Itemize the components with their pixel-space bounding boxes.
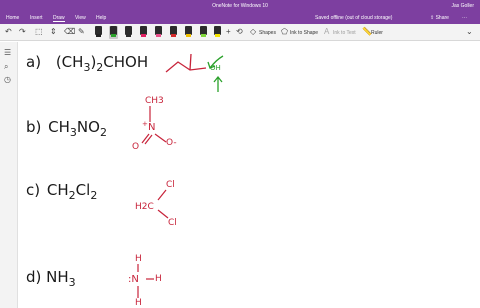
label-plus-charge: +	[142, 120, 148, 128]
pen-tip-icon	[171, 34, 176, 37]
ink-to-shape-icon[interactable]: ⬠	[281, 28, 288, 36]
pen-tip-icon	[141, 34, 146, 37]
undo-icon[interactable]: ↶	[5, 28, 12, 36]
label-ch3: CH3	[145, 96, 164, 106]
tab-view[interactable]: View	[75, 15, 86, 21]
pen-pink[interactable]	[155, 26, 162, 39]
search-icon[interactable]: ⌕	[4, 62, 8, 72]
add-space-icon[interactable]: ⇕	[50, 28, 57, 36]
ink-drawings	[137, 53, 224, 298]
tab-draw[interactable]: Draw	[53, 15, 65, 22]
chevron-down-icon[interactable]: ⌄	[466, 28, 473, 36]
label-h-top: H	[135, 254, 142, 264]
share-button[interactable]: ⇪ Share	[430, 15, 449, 21]
label-o-minus: O-	[166, 138, 177, 148]
bond-n-o-single	[154, 133, 167, 143]
label-n-nitro: N	[148, 122, 156, 133]
pen-tip-icon	[201, 34, 206, 37]
isopropyl-skeleton	[165, 61, 207, 73]
lasso-select-icon[interactable]: ⬚	[35, 28, 43, 36]
ink-to-text-button[interactable]: Ink to Text	[333, 30, 356, 36]
pen-green-selected[interactable]	[109, 26, 118, 39]
note-canvas[interactable]: a) (CH3)2CHOH b) CH3NO2 c) CH2Cl2 d) NH3	[18, 42, 480, 308]
label-oh: OH	[210, 64, 221, 72]
label-cl-bottom: Cl	[168, 218, 177, 228]
pen-crimson[interactable]	[140, 26, 147, 39]
double-bond-n-o-2	[144, 134, 153, 145]
double-bond-n-o-1	[141, 133, 150, 144]
label-h-bottom: H	[135, 298, 142, 308]
highlighter-yellow[interactable]	[214, 26, 221, 39]
tab-help[interactable]: Help	[96, 15, 106, 21]
redo-icon[interactable]: ↷	[19, 28, 26, 36]
app-title: OneNote for Windows 10	[212, 3, 268, 9]
navigation-rail: ☰ ⌕ ◷	[0, 42, 18, 308]
ink-replay-icon[interactable]: ⟲	[236, 28, 243, 36]
eraser-icon[interactable]: ⌫	[64, 28, 75, 36]
bond-c-cl-bottom	[157, 209, 169, 219]
menu-bar: Home Insert Draw View Help Saved offline…	[0, 12, 480, 24]
draw-toolbar: ↶ ↷ ⬚ ⇕ ⌫ ✎ + ⟲ ◇ Shapes ⬠ Ink to Shape …	[0, 24, 480, 41]
pen-tip-icon	[126, 34, 131, 37]
more-options-icon[interactable]: ···	[462, 15, 467, 21]
user-name[interactable]: Jas Goller	[451, 3, 474, 9]
ink-to-shape-button[interactable]: Ink to Shape	[290, 30, 318, 36]
pen-orange[interactable]	[185, 26, 192, 39]
add-pen-icon[interactable]: +	[226, 28, 231, 36]
label-h2c: H2C	[135, 202, 154, 212]
ruler-button[interactable]: Ruler	[371, 30, 383, 36]
save-status: Saved offline (out of cloud storage)	[315, 15, 393, 21]
pen-tip-icon	[215, 34, 220, 37]
tab-insert[interactable]: Insert	[30, 15, 43, 21]
bond-c-cl-top	[157, 189, 167, 201]
label-n-ammonia: :N	[128, 274, 139, 285]
title-bar: OneNote for Windows 10 Jas Goller	[0, 0, 480, 12]
pen-red[interactable]	[170, 26, 177, 39]
highlighter-green[interactable]	[200, 26, 207, 39]
pen-dark[interactable]	[125, 26, 132, 39]
share-label: Share	[435, 15, 449, 21]
label-cl-top: Cl	[166, 180, 175, 190]
recent-notes-icon[interactable]: ◷	[4, 75, 11, 84]
label-o-double: O	[132, 142, 140, 152]
stylus-icon[interactable]: ✎	[78, 28, 85, 36]
pen-tip-icon	[96, 34, 101, 37]
skeleton-branch	[189, 53, 192, 71]
pen-black[interactable]	[95, 26, 102, 39]
pen-tip-icon	[186, 34, 191, 37]
pen-tip-icon	[111, 34, 116, 37]
ink-to-text-icon: A	[324, 27, 330, 36]
shapes-icon[interactable]: ◇	[250, 28, 256, 36]
pen-tip-icon	[156, 34, 161, 37]
hamburger-menu-icon[interactable]: ☰	[4, 48, 11, 57]
shapes-button[interactable]: Shapes	[259, 30, 276, 36]
label-h-right: H	[155, 274, 162, 284]
tab-home[interactable]: Home	[6, 15, 19, 21]
